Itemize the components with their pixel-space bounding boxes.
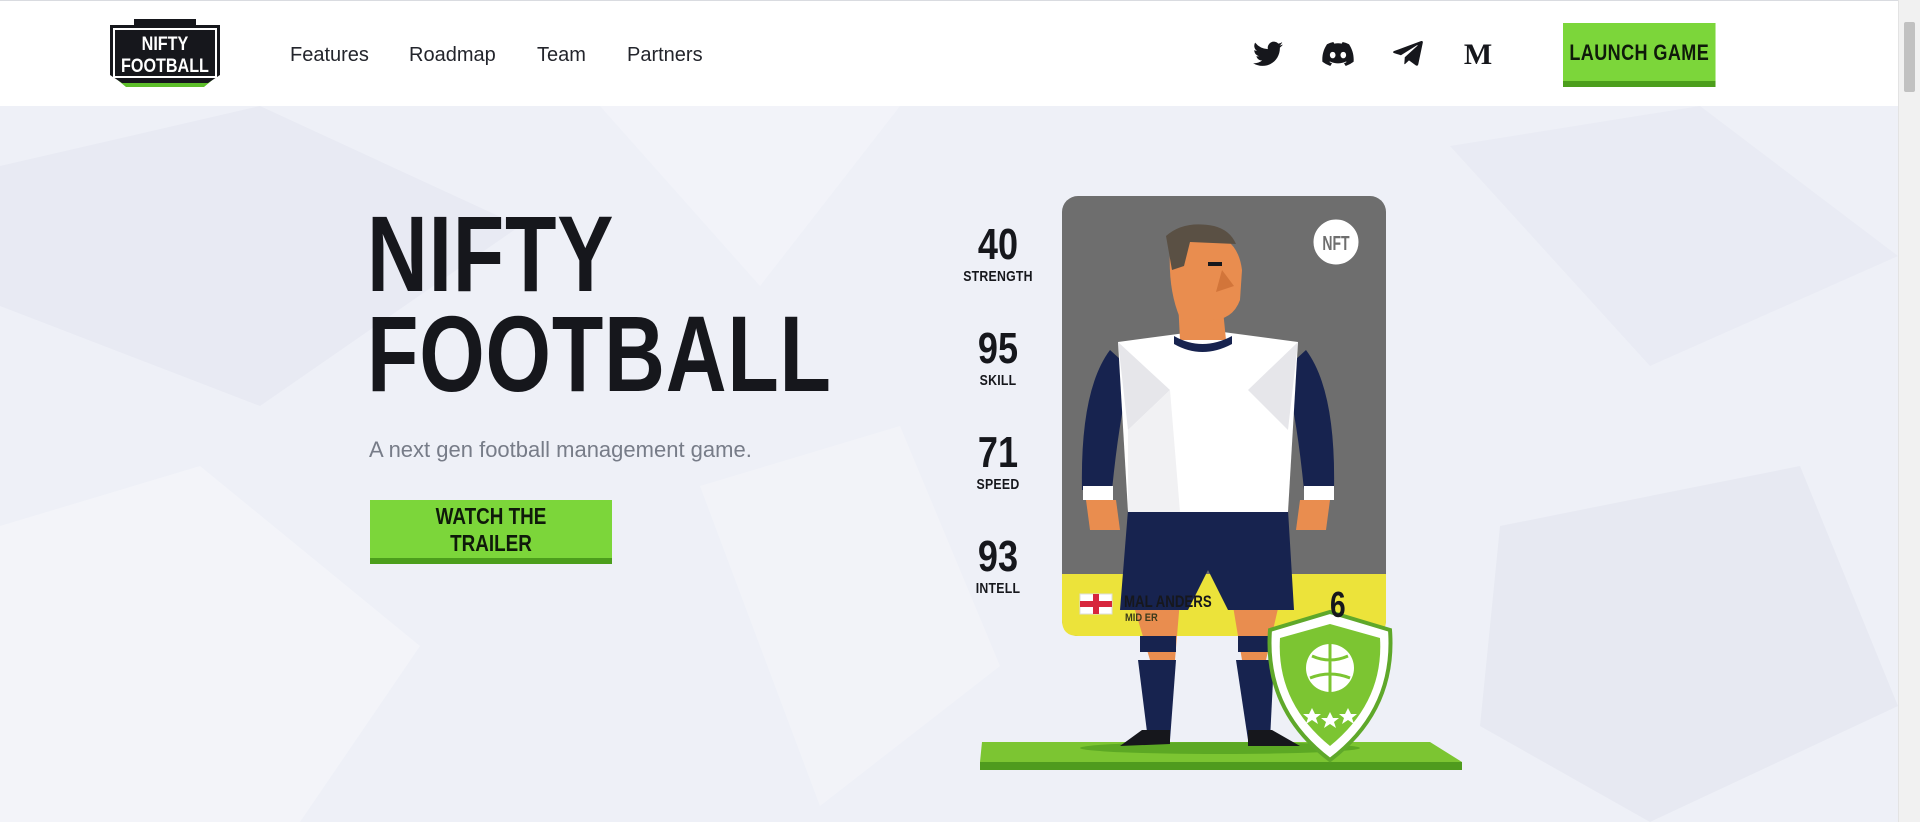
discord-icon[interactable] [1321,37,1355,71]
nifty-football-logo[interactable]: NIFTY FOOTBALL [108,19,222,89]
hero-title-line1: NIFTY [367,193,615,314]
logo-text-line1: NIFTY [142,33,189,55]
site-header: NIFTY FOOTBALL Features Roadmap Team Par… [0,0,1898,106]
watch-trailer-label: WATCH THE TRAILER [435,502,547,556]
twitter-icon[interactable] [1251,37,1285,71]
nft-badge-icon: NFT [1310,216,1362,268]
player-position: MID ER [1125,612,1158,624]
telegram-icon[interactable] [1391,37,1425,71]
launch-game-button[interactable]: LAUNCH GAME [1563,23,1716,87]
hero-background-pattern [0,106,1898,822]
nav-link-team[interactable]: Team [537,43,586,67]
medium-icon[interactable]: M [1461,37,1495,71]
page-scrollbar[interactable] [1898,0,1920,822]
logo-text-line2: FOOTBALL [121,55,209,77]
badge-monogram: NFT [1322,231,1350,254]
hero-subtitle: A next gen football management game. [369,437,752,462]
hero-title: NIFTY FOOTBALL [367,193,832,414]
nav-link-roadmap[interactable]: Roadmap [409,43,496,67]
svg-text:M: M [1464,41,1492,67]
scrollbar-thumb[interactable] [1904,22,1915,92]
watch-trailer-button[interactable]: WATCH THE TRAILER [370,500,612,564]
pitch-edge [980,762,1462,770]
england-flag-icon [1079,593,1113,615]
nav-link-features[interactable]: Features [290,43,369,67]
hero-title-line2: FOOTBALL [367,293,832,414]
nav-link-partners[interactable]: Partners [627,43,703,67]
club-shield-icon [1267,609,1393,763]
player-rating: 6 [1330,584,1346,625]
player-card-illustration: NFT [980,196,1462,770]
player-name: MAL ANDERS [1124,592,1212,611]
